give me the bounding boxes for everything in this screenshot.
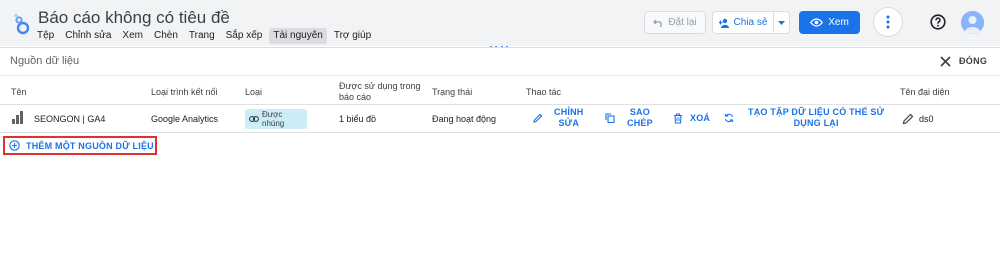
embedded-badge-text: Được nhúng: [262, 110, 284, 128]
edit-action-button[interactable]: CHỈNH SỬA: [533, 107, 584, 129]
delete-action-button[interactable]: XOÁ: [673, 113, 710, 124]
menu-page[interactable]: Trang: [185, 28, 219, 44]
menu-help[interactable]: Trợ giúp: [330, 28, 375, 44]
user-avatar-icon: [961, 11, 984, 34]
help-button[interactable]: [928, 12, 948, 32]
edit-action-label-line2: SỬA: [558, 118, 580, 128]
edit-action-label-line1: CHỈNH: [554, 107, 584, 117]
create-reusable-action-label-line2: DỤNG LẠI: [793, 118, 839, 128]
create-reusable-action-label: TẠO TẬP DỮ LIỆU CÓ THỂ SỬ DỤNG LẠI: [748, 107, 884, 129]
caret-down-icon: [778, 20, 785, 25]
copy-action-label-line2: CHÉP: [627, 118, 653, 128]
alias-edit-field[interactable]: ds0: [902, 113, 934, 125]
col-header-connector[interactable]: Loại trình kết nối: [151, 87, 218, 98]
trash-icon: [674, 113, 682, 124]
link-icon: [249, 116, 259, 122]
share-button-label: Chia sẻ: [733, 17, 768, 28]
create-reusable-action-label-line1: TẠO TẬP DỮ LIỆU CÓ THỂ SỬ: [748, 107, 885, 117]
edit-action-label: CHỈNH SỬA: [554, 107, 584, 129]
table-header-divider: [0, 104, 1000, 105]
col-header-alias[interactable]: Tên đại diện: [900, 87, 950, 98]
col-header-status[interactable]: Trạng thái: [432, 87, 472, 98]
panel-divider: [0, 47, 1000, 48]
col-header-type[interactable]: Loại: [245, 87, 262, 98]
view-button[interactable]: Xem: [799, 11, 860, 34]
close-panel-button[interactable]: ĐÓNG: [940, 53, 987, 69]
menu-file[interactable]: Tệp: [33, 28, 58, 44]
google-analytics-icon: [12, 111, 23, 124]
table-row-divider: [0, 132, 1000, 133]
help-icon: [930, 14, 946, 30]
status-text: Đang hoạt động: [432, 114, 497, 124]
report-title[interactable]: Báo cáo không có tiêu đề: [38, 8, 230, 28]
col-header-used-in-line1[interactable]: Được sử dụng trong: [339, 81, 421, 92]
share-dropdown-button[interactable]: [773, 11, 790, 34]
more-vert-icon: [886, 15, 890, 29]
panel-divider: [0, 75, 1000, 76]
copy-action-label-line1: SAO: [629, 107, 650, 117]
add-data-source-button[interactable]: THÊM MỘT NGUỒN DỮ LIỆU: [3, 136, 157, 155]
close-icon: [940, 55, 951, 67]
account-avatar[interactable]: [961, 11, 984, 34]
embedded-badge: Được nhúng: [245, 109, 307, 129]
used-in-count: 1 biểu đồ: [339, 114, 377, 124]
embedded-badge-line2: nhúng: [262, 119, 285, 128]
reset-button-label: Đặt lại: [668, 17, 697, 28]
col-header-name[interactable]: Tên: [11, 87, 27, 98]
connector-type: Google Analytics: [151, 114, 219, 124]
create-reusable-action-button[interactable]: TẠO TẬP DỮ LIỆU CÓ THỂ SỬ DỤNG LẠI: [724, 107, 884, 129]
menu-bar: Tệp Chỉnh sửa Xem Chèn Trang Sắp xếp Tài…: [33, 28, 378, 44]
looker-studio-logo-icon[interactable]: [11, 13, 31, 35]
view-button-label: Xem: [828, 17, 849, 28]
panel-title: Nguồn dữ liệu: [10, 55, 80, 67]
close-panel-label: ĐÓNG: [959, 56, 988, 66]
copy-icon: [605, 113, 615, 123]
embedded-badge-line1: Được: [262, 110, 283, 119]
pencil-icon: [533, 113, 543, 123]
data-source-name[interactable]: SEONGON | GA4: [34, 114, 105, 125]
col-header-used-in-line2[interactable]: báo cáo: [339, 92, 371, 103]
delete-action-label: XOÁ: [690, 113, 711, 123]
refresh-icon: [724, 113, 734, 123]
alias-value: ds0: [919, 114, 934, 124]
more-options-button[interactable]: [873, 7, 903, 37]
reset-button[interactable]: Đặt lại: [644, 11, 706, 34]
col-header-actions: Thao tác: [526, 87, 562, 97]
menu-arrange[interactable]: Sắp xếp: [222, 28, 267, 44]
add-person-icon: [718, 18, 729, 28]
eye-icon: [810, 18, 824, 27]
copy-action-label: SAO CHÉP: [627, 107, 653, 129]
undo-icon: [653, 19, 663, 27]
add-circle-icon: [9, 140, 20, 151]
menu-resource[interactable]: Tài nguyên: [269, 28, 327, 44]
app-header: Báo cáo không có tiêu đề Tệp Chỉnh sửa X…: [0, 0, 1000, 46]
pencil-icon: [902, 113, 914, 125]
menu-edit[interactable]: Chỉnh sửa: [61, 28, 115, 44]
share-button[interactable]: Chia sẻ: [712, 11, 773, 34]
menu-insert[interactable]: Chèn: [150, 28, 182, 44]
add-data-source-label: THÊM MỘT NGUỒN DỮ LIỆU: [26, 140, 154, 151]
copy-action-button[interactable]: SAO CHÉP: [605, 107, 653, 129]
menu-view[interactable]: Xem: [118, 28, 147, 44]
